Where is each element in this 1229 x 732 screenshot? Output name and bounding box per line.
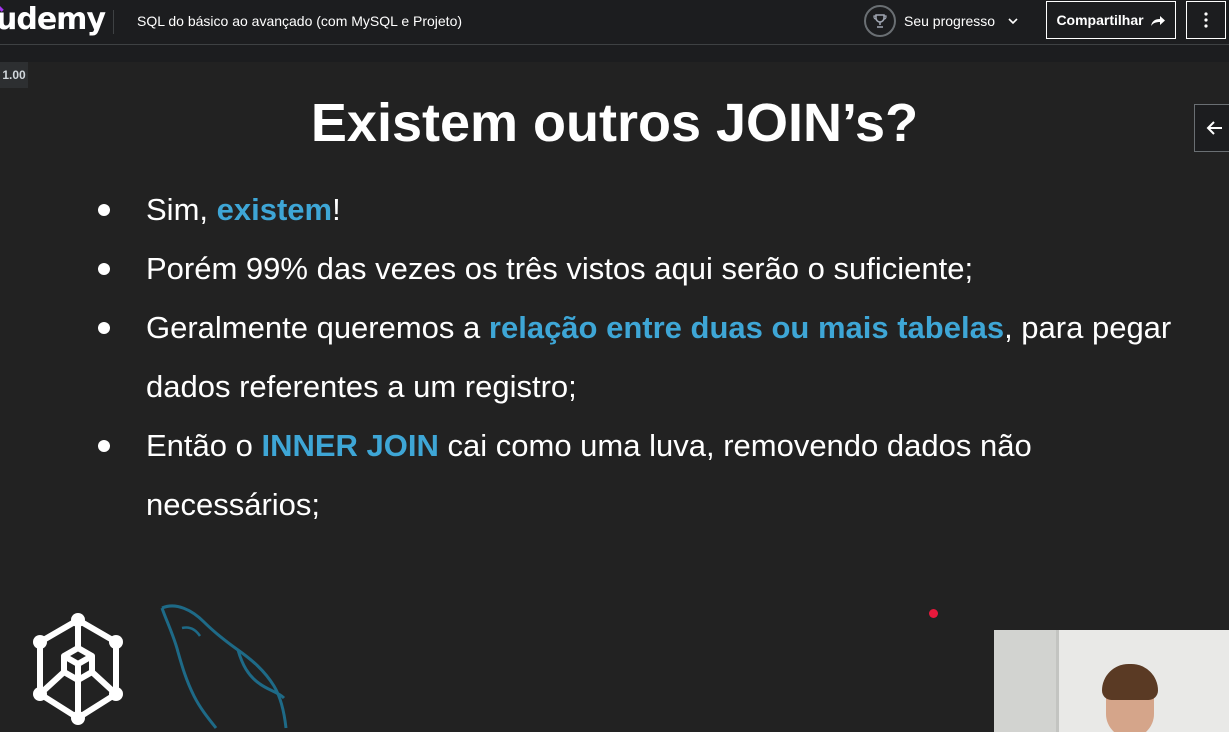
- logo-text: udemy: [0, 2, 106, 37]
- slide-bullet: Sim, existem!: [96, 180, 1206, 239]
- share-label: Compartilhar: [1056, 12, 1144, 28]
- header-divider: [113, 10, 114, 34]
- kebab-menu-icon: [1204, 12, 1208, 28]
- network-cube-logo: [33, 613, 123, 725]
- playback-speed-badge[interactable]: 1.00: [0, 62, 28, 88]
- highlighted-text: relação entre duas ou mais tabelas: [488, 310, 1005, 345]
- bullet-text: Porém 99% das vezes os três vistos aqui …: [146, 251, 974, 286]
- bullet-text: Sim,: [146, 192, 217, 227]
- bullet-text: Geralmente queremos a: [146, 310, 489, 345]
- instructor-hair: [1102, 664, 1158, 700]
- slide-bullet-list: Sim, existem! Porém 99% das vezes os três…: [96, 180, 1206, 534]
- webcam-overlay: [994, 630, 1229, 732]
- chevron-down-icon: [1008, 18, 1018, 25]
- udemy-logo[interactable]: udemy: [0, 2, 106, 37]
- bullet-text: Então o: [146, 428, 262, 463]
- highlighted-text: INNER JOIN: [261, 428, 439, 463]
- slide-title: Existem outros JOIN’s?: [310, 93, 919, 153]
- webcam-door-frame: [1056, 630, 1059, 732]
- recording-dot: [929, 609, 938, 618]
- progress-dropdown[interactable]: Seu progresso: [864, 3, 1019, 39]
- progress-label: Seu progresso: [904, 13, 996, 29]
- trophy-icon: [864, 5, 896, 37]
- highlighted-text: existem: [216, 192, 333, 227]
- slide-bullet: Geralmente queremos a relação entre duas…: [96, 298, 1206, 416]
- share-button[interactable]: Compartilhar: [1046, 1, 1176, 39]
- webcam-wall: [994, 630, 1058, 732]
- more-options-button[interactable]: [1186, 1, 1226, 39]
- share-arrow-icon: [1150, 16, 1165, 26]
- slide-bullet: Então o INNER JOIN cai como uma luva, re…: [96, 416, 1206, 534]
- bullet-text: !: [332, 192, 341, 227]
- top-navigation-bar: udemy SQL do básico ao avançado (com MyS…: [0, 0, 1229, 45]
- course-title[interactable]: SQL do básico ao avançado (com MySQL e P…: [137, 13, 462, 29]
- slide-bullet: Porém 99% das vezes os três vistos aqui …: [96, 239, 1206, 298]
- mysql-dolphin-logo: [160, 604, 288, 729]
